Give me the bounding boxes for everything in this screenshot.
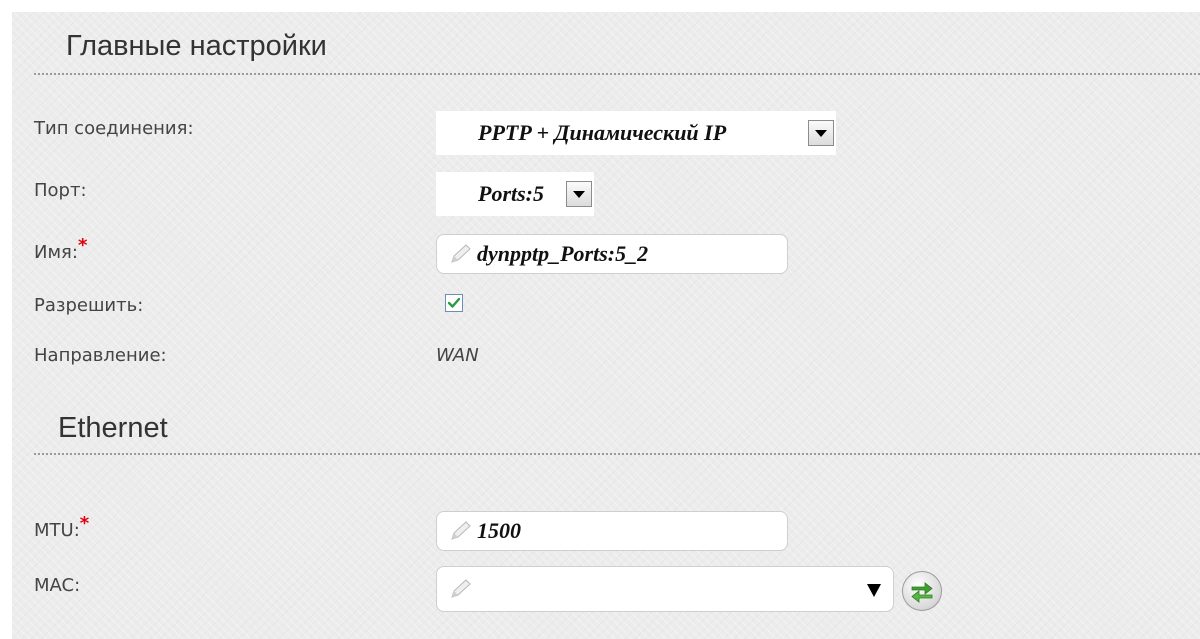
section-divider-main (34, 73, 1200, 75)
required-marker: * (77, 235, 88, 256)
enable-label: Разрешить: (34, 295, 144, 316)
mtu-label: MTU:* (34, 513, 89, 541)
name-value: dynpptp_Ports:5_2 (477, 241, 649, 266)
mtu-label-text: MTU: (34, 520, 80, 541)
refresh-arrows-icon (911, 582, 933, 603)
refresh-mac-button[interactable] (902, 571, 942, 611)
port-select[interactable]: Ports:5 (436, 172, 594, 216)
chevron-down-icon[interactable] (808, 120, 834, 146)
mtu-field[interactable]: 1500 (436, 511, 788, 551)
direction-value: WAN (436, 345, 479, 366)
chevron-down-icon[interactable] (566, 181, 592, 207)
connection-type-label: Тип соединения: (34, 118, 194, 139)
section-divider-ethernet (34, 453, 1200, 455)
name-label: Имя:* (34, 235, 87, 263)
port-value: Ports:5 (478, 181, 544, 206)
direction-label: Направление: (34, 345, 167, 366)
chevron-down-icon[interactable] (867, 584, 881, 597)
pencil-icon (451, 579, 471, 598)
section-title-ethernet: Ethernet (58, 412, 168, 444)
connection-type-value: PPTP + Динамический IP (478, 120, 727, 145)
mtu-value: 1500 (477, 518, 521, 543)
name-label-text: Имя: (34, 242, 78, 263)
name-field[interactable]: dynpptp_Ports:5_2 (436, 234, 788, 274)
required-marker: * (79, 513, 90, 534)
checkmark-icon (447, 297, 461, 308)
section-title-main: Главные настройки (66, 30, 327, 62)
port-label: Порт: (34, 180, 87, 201)
mac-label: MAC: (34, 575, 81, 596)
connection-type-select[interactable]: PPTP + Динамический IP (436, 111, 836, 155)
enable-checkbox[interactable] (445, 294, 463, 312)
pencil-icon (451, 244, 471, 263)
pencil-icon (451, 521, 471, 540)
mac-combobox[interactable] (436, 566, 894, 612)
